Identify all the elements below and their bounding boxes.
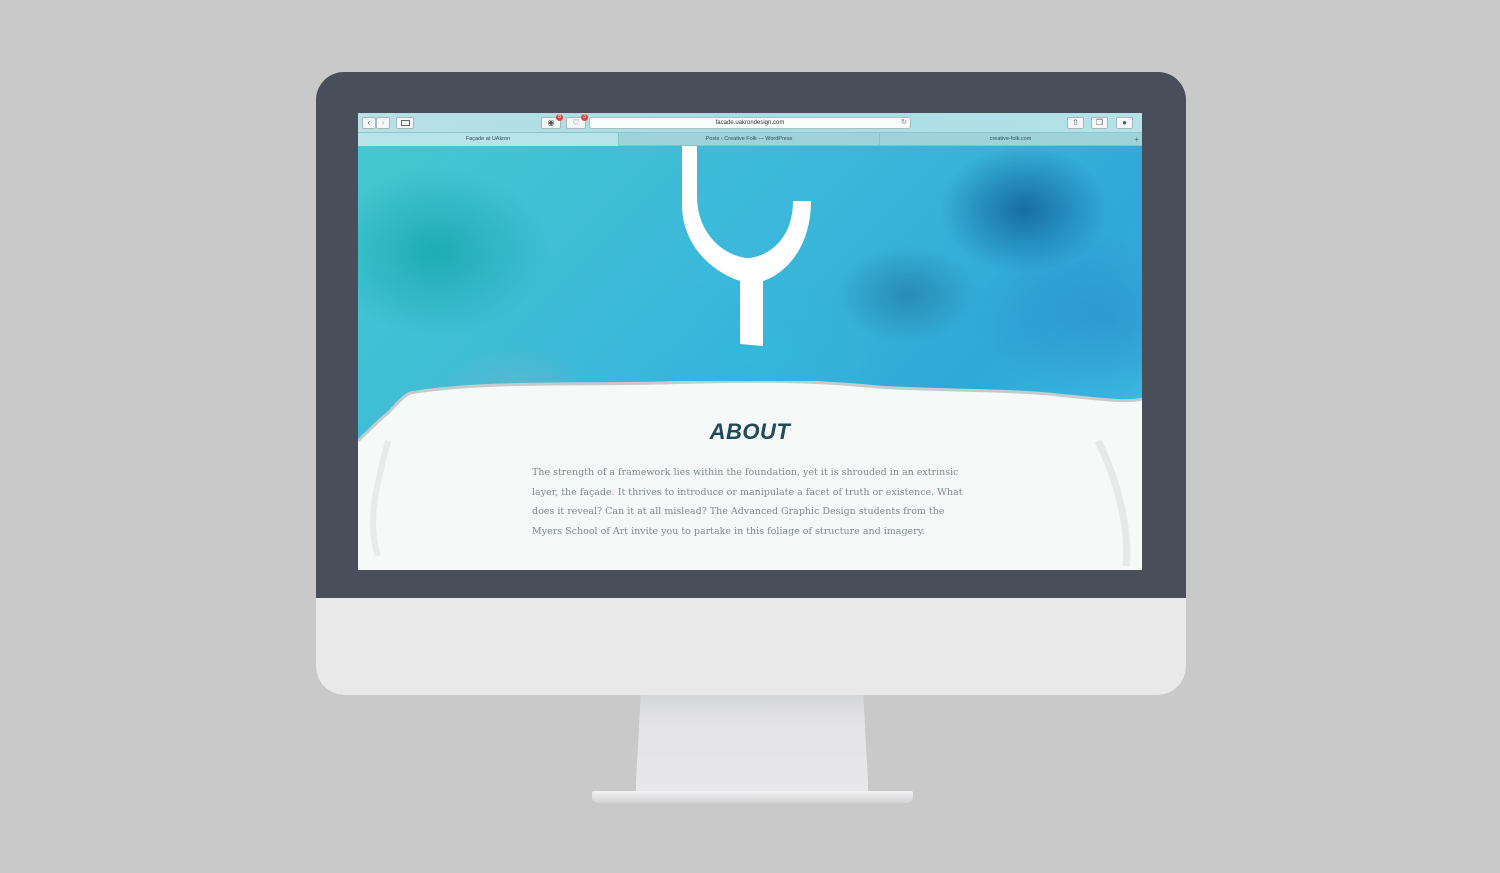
downloads-button[interactable]: ●: [1116, 117, 1133, 129]
notification-badge: 3: [581, 114, 588, 121]
forward-button[interactable]: ›: [376, 117, 390, 129]
extension-icon: ◉: [547, 118, 555, 127]
download-icon: ●: [1122, 118, 1127, 127]
screen: ‹ › ◉ 8 ♡ 3 facade.uakrondesign.com ↻ ⇧: [358, 113, 1142, 570]
tab-creative-folk[interactable]: creative-folk.com: [880, 133, 1141, 146]
url-text: facade.uakrondesign.com: [715, 120, 785, 126]
sidebar-icon: [400, 120, 410, 126]
monitor-stand-neck: [636, 695, 868, 795]
chevron-left-icon: ‹: [367, 118, 371, 127]
back-button[interactable]: ‹: [362, 117, 376, 129]
sidebar-button[interactable]: [396, 117, 414, 129]
about-heading: ABOUT: [709, 419, 791, 444]
tab-facade[interactable]: Façade at UAkron: [358, 133, 619, 146]
reload-icon[interactable]: ↻: [901, 118, 907, 128]
chevron-right-icon: ›: [381, 118, 385, 127]
imac-monitor: ‹ › ◉ 8 ♡ 3 facade.uakrondesign.com ↻ ⇧: [316, 72, 1186, 695]
address-bar[interactable]: facade.uakrondesign.com ↻: [589, 117, 911, 129]
tabs-icon: ❐: [1095, 118, 1104, 127]
monitor-stand-base: [592, 791, 913, 803]
site-logo: [682, 146, 811, 346]
extension-button-1[interactable]: ◉ 8: [541, 114, 563, 129]
share-icon: ⇧: [1072, 118, 1079, 127]
extension-button-2[interactable]: ♡ 3: [566, 114, 588, 129]
share-button[interactable]: ⇧: [1067, 117, 1084, 129]
about-paragraph: The strength of a framework lies within …: [532, 467, 963, 537]
heart-icon: ♡: [572, 118, 580, 127]
notification-badge: 8: [556, 114, 563, 121]
tab-bar: Façade at UAkron Posts ‹ Creative Folk —…: [358, 133, 1142, 146]
browser-toolbar: ‹ › ◉ 8 ♡ 3 facade.uakrondesign.com ↻ ⇧: [358, 113, 1142, 133]
add-tab-button[interactable]: +: [1134, 133, 1139, 146]
tab-wordpress-posts[interactable]: Posts ‹ Creative Folk — WordPress: [619, 133, 880, 146]
monitor-chin: [316, 598, 1186, 695]
tabs-overview-button[interactable]: ❐: [1091, 117, 1108, 129]
